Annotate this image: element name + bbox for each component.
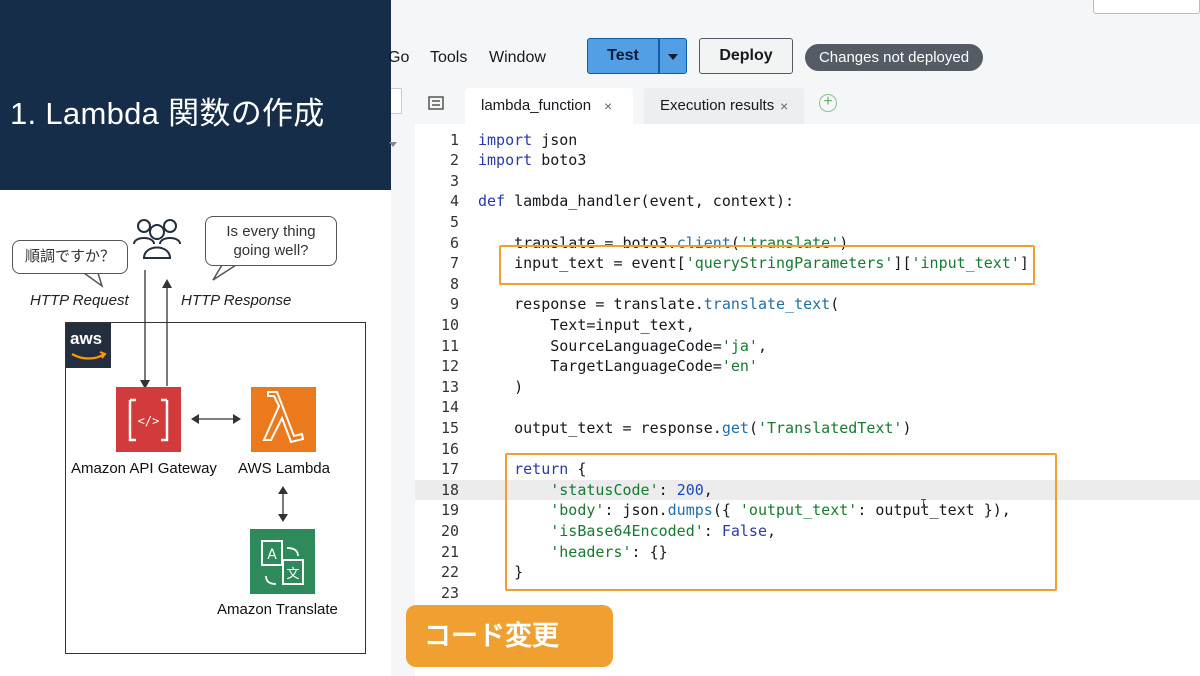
bubble-text: 順調ですか？ xyxy=(24,248,115,265)
menu-window[interactable]: Window xyxy=(489,49,546,67)
code-text: def lambda_handler(event, context): xyxy=(478,192,795,211)
line-number: 5 xyxy=(449,212,459,231)
tab-execution-results[interactable]: Execution results × xyxy=(644,88,804,124)
test-dropdown-button[interactable] xyxy=(659,38,687,74)
users-icon xyxy=(133,219,181,259)
http-request-label: HTTP Request xyxy=(30,292,129,309)
file-list-icon[interactable] xyxy=(428,96,444,110)
tab-label: Execution results xyxy=(660,97,775,114)
line-number: 17 xyxy=(440,460,459,479)
code-text: response = translate.translate_text( xyxy=(478,295,840,314)
close-icon[interactable]: × xyxy=(780,88,788,124)
line-number: 19 xyxy=(440,501,459,520)
top-right-field[interactable] xyxy=(1093,0,1200,14)
code-text: import json xyxy=(478,130,578,149)
close-icon[interactable]: × xyxy=(604,88,612,124)
line-number: 18 xyxy=(440,480,459,499)
line-number: 8 xyxy=(449,274,459,293)
line-number: 12 xyxy=(440,357,459,376)
line-number: 4 xyxy=(449,192,459,211)
highlight-box-return xyxy=(505,453,1057,591)
bubble-left-tail xyxy=(81,272,104,288)
line-number: 16 xyxy=(440,439,459,458)
code-line[interactable]: 1 import json xyxy=(415,130,1200,151)
code-line[interactable]: 15 output_text = response.get('Translate… xyxy=(415,418,1200,439)
line-number: 23 xyxy=(440,583,459,602)
line-number: 14 xyxy=(440,398,459,417)
highlight-box-input-text xyxy=(499,245,1035,285)
lambda-label: AWS Lambda xyxy=(238,460,330,477)
api-gateway-label: Amazon API Gateway xyxy=(71,460,217,477)
aws-smile-icon xyxy=(71,351,107,360)
side-gutter xyxy=(389,124,415,676)
code-line[interactable]: 11 SourceLanguageCode='ja', xyxy=(415,336,1200,357)
code-text: ) xyxy=(478,377,524,396)
line-number: 7 xyxy=(449,254,459,273)
slide-panel: 1. Lambda 関数の作成 </> A 文 順調ですか？ Is every … xyxy=(0,0,391,676)
plus-icon[interactable]: + xyxy=(819,94,837,112)
slide-banner: 1. Lambda 関数の作成 xyxy=(0,0,391,190)
line-number: 2 xyxy=(449,151,459,170)
editor-menubar: Go Tools Window Test Deploy Changes not … xyxy=(388,38,1200,80)
code-line[interactable]: 12 TargetLanguageCode='en' xyxy=(415,356,1200,377)
editor-tabbar: lambda_function × Execution results × + xyxy=(391,80,1200,124)
line-number: 22 xyxy=(440,563,459,582)
tab-label: lambda_function xyxy=(481,97,592,114)
code-change-callout: コード変更 xyxy=(406,605,613,667)
code-line[interactable]: 2 import boto3 xyxy=(415,150,1200,171)
deploy-button[interactable]: Deploy xyxy=(699,38,793,74)
slide-title: 1. Lambda 関数の作成 xyxy=(10,96,325,131)
code-line[interactable]: 10 Text=input_text, xyxy=(415,315,1200,336)
code-line[interactable]: 9 response = translate.translate_text( xyxy=(415,294,1200,315)
menu-go[interactable]: Go xyxy=(388,49,409,67)
top-strip xyxy=(391,0,1200,38)
speech-bubble-japanese: 順調ですか？ xyxy=(12,240,128,274)
line-number: 15 xyxy=(440,418,459,437)
deploy-status-badge: Changes not deployed xyxy=(805,44,983,71)
code-line[interactable]: 3 xyxy=(415,171,1200,192)
function-search-field[interactable] xyxy=(391,88,402,114)
code-area[interactable]: 1 import json 2 import boto3 3 4 def lambda_ha… xyxy=(415,124,1200,676)
http-response-label: HTTP Response xyxy=(181,292,292,309)
speech-bubble-english: Is every thing going well? xyxy=(205,216,337,266)
caret-down-icon[interactable] xyxy=(389,142,397,147)
caret-down-icon xyxy=(668,54,678,60)
lambda-code-editor: Go Tools Window Test Deploy Changes not … xyxy=(388,0,1200,676)
bubble-right-tail xyxy=(212,264,239,281)
code-line[interactable]: 13 ) xyxy=(415,377,1200,398)
code-line[interactable]: 5 xyxy=(415,212,1200,233)
line-number: 9 xyxy=(449,295,459,314)
code-text: TargetLanguageCode='en' xyxy=(478,357,758,376)
line-number: 21 xyxy=(440,542,459,561)
test-button[interactable]: Test xyxy=(587,38,659,74)
code-text: output_text = response.get('TranslatedTe… xyxy=(478,418,912,437)
tab-lambda-function[interactable]: lambda_function × xyxy=(465,88,633,124)
line-number: 1 xyxy=(449,130,459,149)
code-line[interactable]: 4 def lambda_handler(event, context): xyxy=(415,191,1200,212)
bubble-text-line2: going well? xyxy=(233,242,309,259)
line-number: 6 xyxy=(449,233,459,252)
code-text: import boto3 xyxy=(478,151,587,170)
line-number: 11 xyxy=(440,336,459,355)
menu-tools[interactable]: Tools xyxy=(430,49,467,67)
line-number: 13 xyxy=(440,377,459,396)
code-text: Text=input_text, xyxy=(478,315,695,334)
aws-logo: aws xyxy=(66,323,111,368)
translate-label: Amazon Translate xyxy=(217,601,338,618)
code-line[interactable]: 14 xyxy=(415,397,1200,418)
line-number: 3 xyxy=(449,171,459,190)
line-number: 10 xyxy=(440,315,459,334)
bubble-text-line1: Is every thing xyxy=(226,223,316,240)
code-text: SourceLanguageCode='ja', xyxy=(478,336,767,355)
line-number: 20 xyxy=(440,521,459,540)
